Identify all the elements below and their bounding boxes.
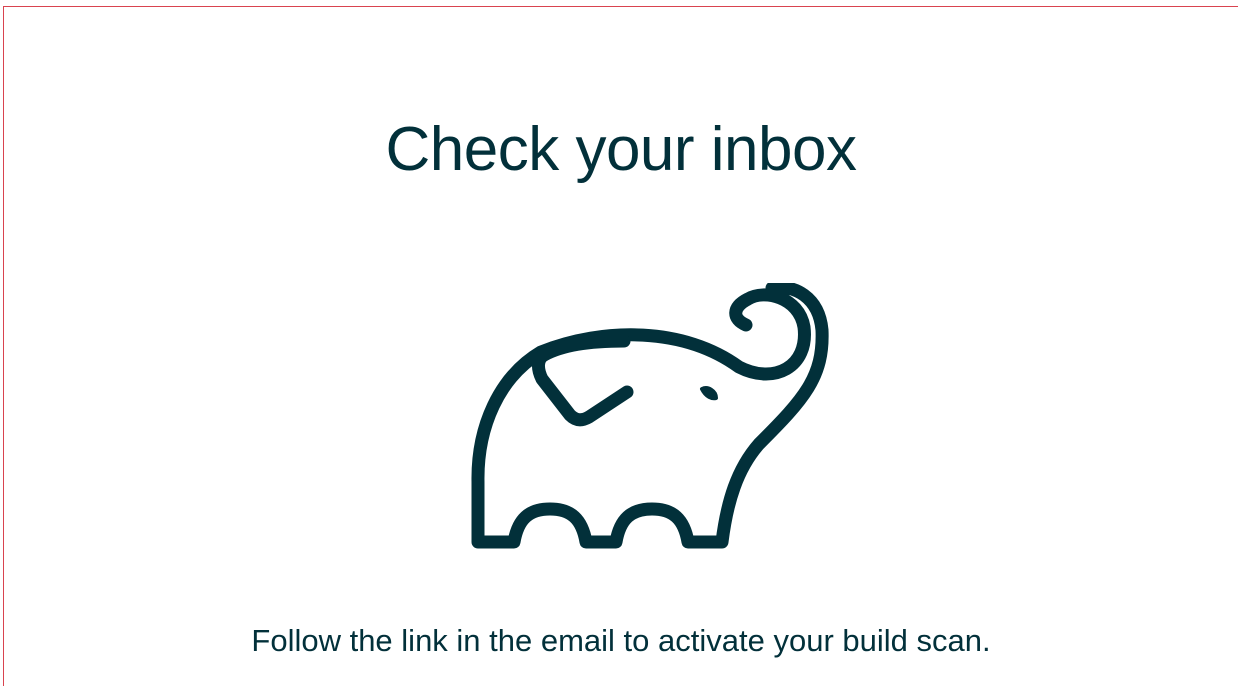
- elephant-icon: [471, 283, 829, 549]
- page-title: Check your inbox: [385, 115, 857, 184]
- activation-message: Follow the link in the email to activate…: [251, 623, 991, 658]
- content-frame: Check your inbox Follow the link in the …: [3, 6, 1238, 686]
